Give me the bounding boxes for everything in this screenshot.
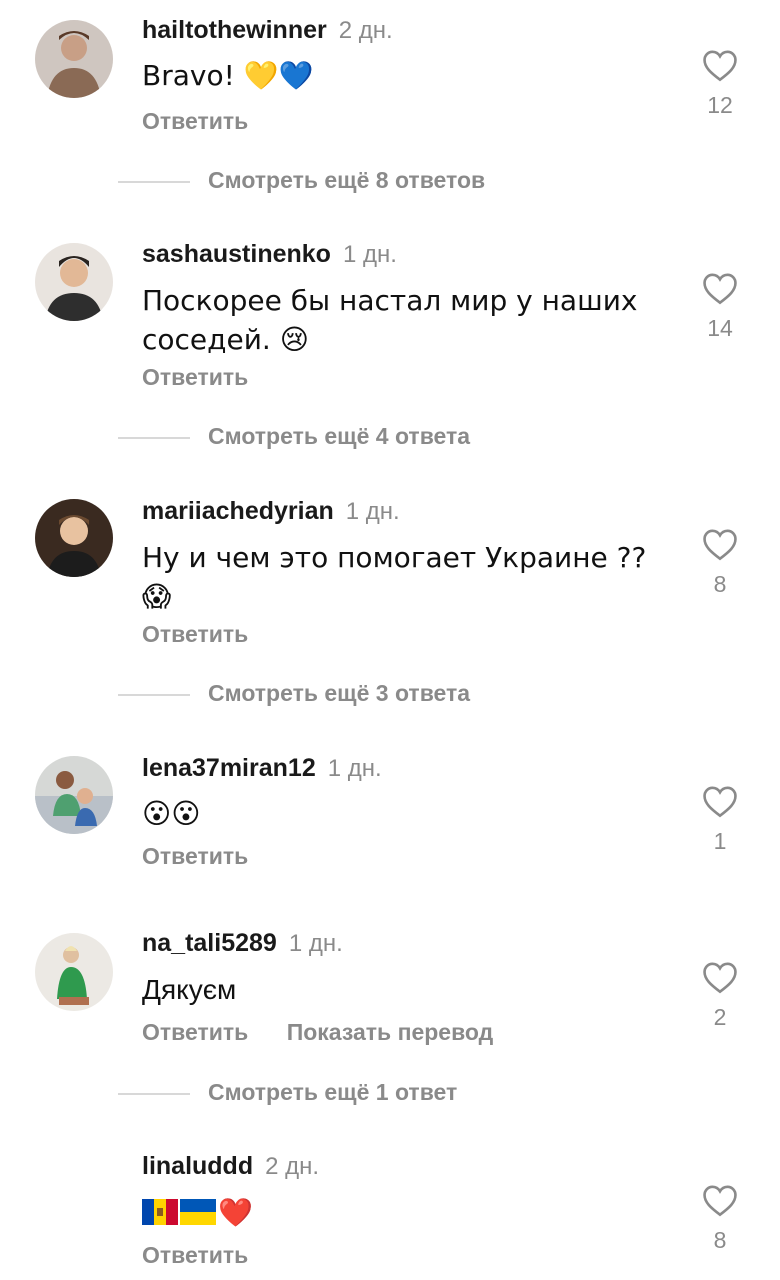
like-count: 1: [713, 828, 727, 854]
like-count: 8: [713, 571, 727, 597]
divider-line: [118, 693, 190, 696]
like-count: 2: [713, 1004, 727, 1030]
divider-line: [118, 436, 190, 439]
reply-button[interactable]: Ответить: [142, 621, 248, 647]
comment-username[interactable]: linaluddd 2 дн.: [142, 1152, 319, 1181]
avatar[interactable]: [35, 756, 113, 834]
comment-text: ❤️: [142, 1193, 662, 1232]
comment-time: 2 дн.: [265, 1153, 320, 1180]
comment-username[interactable]: lena37miran12 1 дн.: [142, 754, 382, 783]
heart-icon: [703, 273, 737, 305]
comment-text: Дякуєм: [142, 974, 237, 1005]
heart-icon: [703, 529, 737, 561]
comment-text: Ну и чем это помогает Украине ?? 😱: [142, 541, 647, 613]
comment-username[interactable]: sashaustinenko 1 дн.: [142, 240, 397, 269]
view-more-replies[interactable]: Смотреть ещё 4 ответа: [118, 423, 470, 450]
divider-line: [118, 180, 190, 183]
comment-text: Поскорее бы настал мир у наших соседей. …: [142, 284, 638, 356]
view-more-replies[interactable]: Смотреть ещё 8 ответов: [118, 167, 485, 194]
moldova-flag-icon: [142, 1199, 178, 1225]
heart-icon: [703, 50, 737, 82]
like-count: 8: [713, 1227, 727, 1253]
reply-button[interactable]: Ответить: [142, 1019, 248, 1045]
divider-line: [118, 1092, 190, 1095]
heart-icon: [703, 786, 737, 818]
like-button[interactable]: 14: [698, 271, 742, 342]
comment-username[interactable]: mariiachedyrian 1 дн.: [142, 497, 400, 526]
like-button[interactable]: 8: [698, 1183, 742, 1254]
comment-time: 1 дн.: [345, 498, 400, 525]
like-button[interactable]: 8: [698, 527, 742, 598]
like-count: 14: [707, 315, 733, 341]
reply-button[interactable]: Ответить: [142, 108, 248, 134]
comment-username[interactable]: na_tali5289 1 дн.: [142, 929, 343, 958]
reply-button[interactable]: Ответить: [142, 1242, 248, 1268]
like-count: 12: [707, 92, 733, 118]
comment-text: Bravo! 💛💙: [142, 59, 314, 92]
comment-username[interactable]: hailtothewinner 2 дн.: [142, 16, 393, 45]
heart-icon: [703, 962, 737, 994]
comment-time: 1 дн.: [342, 241, 397, 268]
avatar[interactable]: [35, 243, 113, 321]
like-button[interactable]: 2: [698, 960, 742, 1031]
heart-icon: [703, 1185, 737, 1217]
like-button[interactable]: 12: [698, 48, 742, 119]
show-translation-button[interactable]: Показать перевод: [287, 1019, 494, 1045]
avatar[interactable]: [35, 20, 113, 98]
like-button[interactable]: 1: [698, 784, 742, 855]
view-more-replies[interactable]: Смотреть ещё 1 ответ: [118, 1079, 457, 1106]
comment-time: 1 дн.: [327, 755, 382, 782]
reply-button[interactable]: Ответить: [142, 364, 248, 390]
avatar[interactable]: [35, 499, 113, 577]
ukraine-flag-icon: [180, 1199, 216, 1225]
reply-button[interactable]: Ответить: [142, 843, 248, 869]
view-more-replies[interactable]: Смотреть ещё 3 ответа: [118, 680, 470, 707]
comment-time: 1 дн.: [288, 930, 343, 957]
comment-text: 😮😮: [142, 797, 201, 830]
avatar[interactable]: [35, 933, 113, 1011]
comment-time: 2 дн.: [338, 17, 393, 44]
